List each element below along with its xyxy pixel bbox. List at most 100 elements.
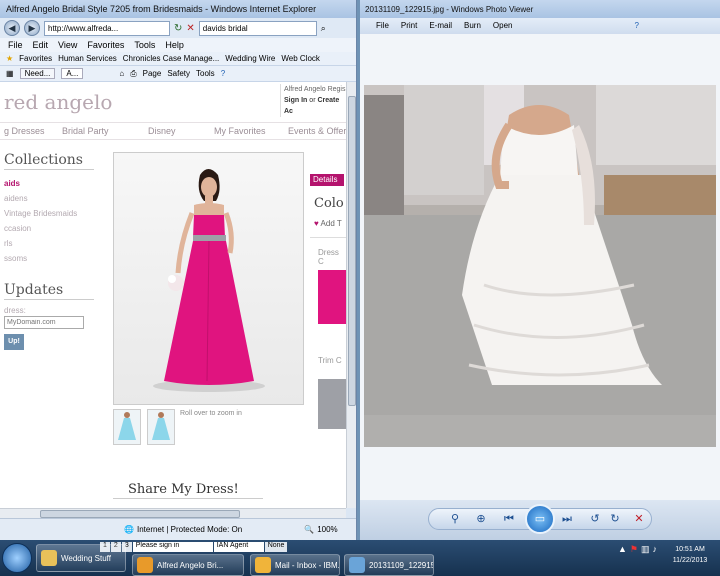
trim-color-label: Trim C: [318, 356, 342, 365]
rotate-left-icon[interactable]: ↺: [586, 510, 604, 528]
ie-hscroll-thumb[interactable]: [40, 510, 240, 518]
nav-my-favorites[interactable]: My Favorites: [214, 126, 266, 136]
next-icon[interactable]: ⏭: [558, 510, 576, 528]
task-mail[interactable]: Mail - Inbox - IBM...: [250, 554, 340, 576]
favorites-button[interactable]: Favorites: [19, 54, 52, 63]
quick-tabs-icon[interactable]: ▦: [6, 69, 14, 78]
collection-item-maidens[interactable]: aidens: [4, 191, 77, 206]
account-links: Sign In or Create Ac: [284, 95, 346, 117]
forward-icon[interactable]: ▶: [24, 20, 40, 36]
page-menu[interactable]: Page: [143, 69, 162, 78]
clock-date: 11/22/2013: [672, 557, 708, 564]
tray-volume-icon[interactable]: ♪: [653, 544, 658, 555]
task-ie[interactable]: Alfred Angelo Bri...: [132, 554, 244, 576]
dress-model-image: [153, 169, 265, 392]
back-icon[interactable]: ◀: [4, 20, 20, 36]
rollover-hint: Roll over to zoom in: [180, 410, 242, 417]
search-field[interactable]: davids bridal: [198, 20, 317, 36]
add-to-favorites[interactable]: ♥ Add T: [314, 219, 342, 228]
safety-menu[interactable]: Safety: [167, 69, 190, 78]
menu-file[interactable]: File: [8, 40, 23, 50]
bookmark-chronicles[interactable]: Chronicles Case Manage...: [123, 54, 220, 63]
globe-icon: 🌐: [124, 525, 134, 534]
mail-icon: [255, 557, 271, 573]
collections-divider: [4, 169, 94, 170]
product-image[interactable]: [113, 152, 304, 405]
pv-titlebar[interactable]: 20131109_122915.jpg - Windows Photo View…: [360, 0, 720, 18]
pv-menu-email[interactable]: E-mail: [429, 21, 452, 31]
actual-size-icon[interactable]: ⊕: [472, 510, 490, 528]
pv-menu-print[interactable]: Print: [401, 21, 417, 31]
rotate-right-icon[interactable]: ↻: [606, 510, 624, 528]
signup-button[interactable]: Up!: [4, 334, 24, 350]
zoom-icon[interactable]: 🔍: [304, 525, 314, 534]
tray-flag-icon[interactable]: ⚑: [630, 544, 638, 555]
details-tab[interactable]: Details: [310, 174, 344, 186]
nav-bridal-party[interactable]: Bridal Party: [62, 126, 109, 136]
ie-titlebar[interactable]: Alfred Angelo Bridal Style 7205 from Bri…: [0, 0, 356, 18]
tray-arrow-icon[interactable]: ▲: [618, 544, 627, 555]
pv-menu-file[interactable]: File: [376, 21, 389, 31]
favorites-star-icon[interactable]: ★: [6, 54, 13, 63]
tray-network-icon[interactable]: ▥: [641, 544, 650, 555]
sign-in-link[interactable]: Sign In: [284, 97, 307, 104]
pv-menu-open[interactable]: Open: [493, 21, 513, 31]
dress-color-label: Dress C: [318, 248, 339, 266]
signin-status[interactable]: Please sign in: [132, 542, 213, 552]
menu-tools[interactable]: Tools: [134, 40, 155, 50]
task-photo-viewer[interactable]: 20131109_122915.jpg...: [344, 554, 434, 576]
menu-help[interactable]: Help: [165, 40, 184, 50]
dress-color-swatch[interactable]: [318, 270, 346, 324]
pv-menu-burn[interactable]: Burn: [464, 21, 481, 31]
slideshow-icon[interactable]: ▭: [525, 504, 555, 534]
print-icon[interactable]: ⎙: [130, 69, 136, 79]
photo-viewer-window: 20131109_122915.jpg - Windows Photo View…: [360, 0, 720, 540]
search-icon[interactable]: ⌕: [321, 23, 326, 34]
presence-status[interactable]: None: [264, 542, 288, 552]
menu-edit[interactable]: Edit: [33, 40, 49, 50]
ie-vertical-scrollbar[interactable]: [346, 82, 356, 508]
nav-disney[interactable]: Disney: [148, 126, 176, 136]
tab-need[interactable]: Need...: [19, 68, 56, 79]
email-field[interactable]: [4, 316, 84, 329]
site-logo[interactable]: red angelo: [4, 90, 112, 114]
favorites-bar: ★ Favorites Human Services Chronicles Ca…: [0, 52, 356, 66]
zoom-icon[interactable]: ⚲: [446, 510, 464, 528]
menu-view[interactable]: View: [58, 40, 77, 50]
thumbnail-2[interactable]: [147, 409, 175, 445]
home-icon[interactable]: ⌂: [119, 69, 124, 78]
collection-item-blossoms[interactable]: ssoms: [4, 251, 77, 266]
ie-vscroll-thumb[interactable]: [348, 96, 356, 406]
nav-events-offers[interactable]: Events & Offers: [288, 126, 346, 136]
pv-title: 20131109_122915.jpg - Windows Photo View…: [365, 4, 534, 14]
tab-alfred[interactable]: A...: [61, 68, 84, 79]
clock[interactable]: 10:51 AM 11/22/2013: [662, 544, 718, 566]
start-button[interactable]: [2, 543, 32, 573]
thumbnail-1[interactable]: [113, 409, 141, 445]
pv-help-icon[interactable]: ?: [635, 21, 639, 31]
menu-favorites[interactable]: Favorites: [87, 40, 124, 50]
bookmark-web-clock[interactable]: Web Clock: [281, 54, 320, 63]
delete-icon[interactable]: ✕: [630, 510, 648, 528]
photo-icon: [349, 557, 365, 573]
ie-horizontal-scrollbar[interactable]: [0, 508, 346, 518]
agent-status[interactable]: IAN Agent: [213, 542, 264, 552]
collection-item-bridesmaids[interactable]: aids: [4, 176, 77, 191]
tools-menu[interactable]: Tools: [196, 69, 215, 78]
previous-icon[interactable]: ⏮: [500, 510, 518, 528]
collection-item-occasion[interactable]: ccasion: [4, 221, 77, 236]
help-icon[interactable]: ?: [221, 69, 225, 78]
collections-heading: Collections: [4, 152, 83, 168]
collection-item-girls[interactable]: rls: [4, 236, 77, 251]
stop-icon[interactable]: ✕: [186, 23, 194, 34]
bookmark-wedding-wire[interactable]: Wedding Wire: [225, 54, 275, 63]
refresh-icon[interactable]: ↻: [174, 23, 182, 34]
nav-dresses[interactable]: g Dresses: [4, 126, 45, 136]
task-wedding-stuff[interactable]: Wedding Stuff: [36, 544, 126, 572]
wedding-photo[interactable]: [364, 85, 716, 447]
bookmark-human-services[interactable]: Human Services: [58, 54, 117, 63]
zoom-level[interactable]: 100%: [317, 525, 337, 534]
trim-color-swatch[interactable]: [318, 379, 346, 429]
collection-item-vintage[interactable]: Vintage Bridesmaids: [4, 206, 77, 221]
address-field[interactable]: http://www.alfreda...: [44, 20, 170, 36]
